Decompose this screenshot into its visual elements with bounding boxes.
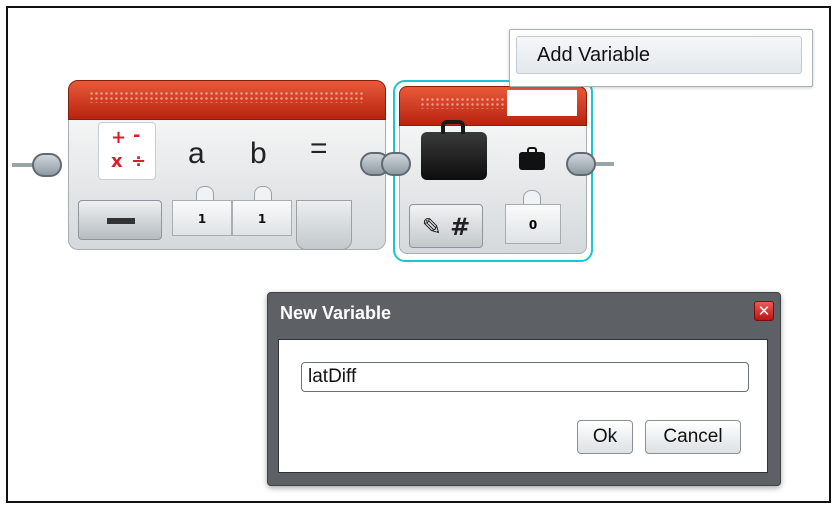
variable-value[interactable]: 0 [505,204,561,244]
variable-mode-button[interactable]: ✎ # [409,204,483,248]
ok-button[interactable]: Ok [577,420,633,454]
cancel-button[interactable]: Cancel [645,420,741,454]
divide-symbol: ÷ [131,151,147,172]
add-variable-menu-item[interactable]: Add Variable [516,36,802,74]
math-block-header[interactable] [68,80,386,120]
variable-name-menu: Add Variable [509,29,813,87]
minus-symbol: - [133,125,141,146]
minus-icon [107,218,135,224]
header-grip [89,91,365,103]
input-a-notch [196,186,214,201]
header-grip [420,97,506,109]
briefcase-icon [421,120,487,180]
variable-block[interactable]: ✎ # 0 [393,80,593,262]
variable-input-plug[interactable] [381,152,411,176]
math-block[interactable]: + - x ÷ a b = 1 1 [68,80,386,250]
param-a-label: a [188,137,205,170]
plus-symbol: + [111,127,127,148]
result-output-slot[interactable] [296,200,352,250]
input-a-value[interactable]: 1 [172,200,232,236]
briefcase-small-icon [519,147,545,170]
variable-name-field[interactable] [507,90,577,116]
variable-name-input[interactable] [301,362,749,392]
param-b-label: b [250,137,267,170]
output-equals-label: = [310,132,328,165]
input-b-notch [254,186,272,201]
close-icon[interactable]: ✕ [754,301,774,321]
sequence-wire-out [596,162,614,166]
input-b-value[interactable]: 1 [232,200,292,236]
variable-output-plug[interactable] [566,152,596,176]
input-plug[interactable] [32,153,62,177]
dialog-title: New Variable [280,303,392,323]
math-operations-icon: + - x ÷ [98,122,156,180]
times-symbol: x [111,151,123,172]
value-notch [523,190,541,205]
mode-selector-button[interactable] [78,200,162,240]
dialog-body: Ok Cancel [278,339,768,473]
new-variable-dialog: New Variable ✕ Ok Cancel [267,292,781,486]
